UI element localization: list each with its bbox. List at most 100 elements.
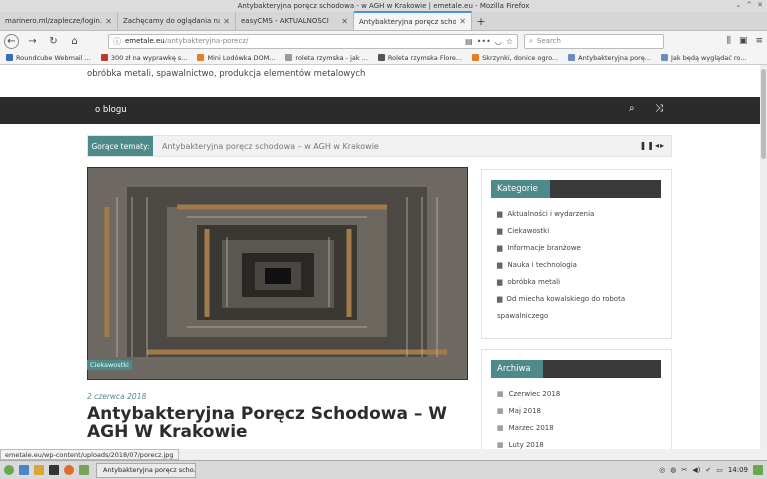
archive-widget: Archiwa ▦ Czerwiec 2018 ▦ Maj 2018 ▦ Marzec…	[481, 349, 672, 449]
reload-button[interactable]: ↻	[46, 34, 61, 49]
tab-1[interactable]: Zachęcamy do oglądania naszej ✕	[118, 12, 236, 30]
calendar-icon: ▦	[497, 424, 504, 432]
taskbar-window-button[interactable]: Antybakteryjna poręcz scho...	[96, 462, 196, 478]
keyboard-icon[interactable]: ▭	[716, 466, 723, 474]
category-item[interactable]: ▆ Od miecha kowalskiego do robota spawaln…	[497, 291, 661, 325]
url-path: /antybakteryjna-porecz/	[164, 37, 249, 45]
close-tab-icon[interactable]: ✕	[459, 17, 466, 26]
category-item[interactable]: ▆ Nauka i technologia	[497, 257, 661, 274]
bookmark-item[interactable]: roleta rzymska - jak ...	[285, 54, 368, 62]
category-item[interactable]: ▆ Informacje branżowe	[497, 240, 661, 257]
staircase-illustration	[87, 167, 468, 380]
bookmarks-toolbar: Roundcube Webmail ... 300 zł na wyprawkę…	[0, 51, 767, 65]
post-title[interactable]: Antybakteryjna Poręcz Schodowa – W AGH W…	[87, 405, 472, 441]
folder-icon: ▆	[497, 278, 503, 286]
show-desktop-icon[interactable]	[753, 465, 763, 475]
search-icon[interactable]: ⌕	[629, 103, 635, 114]
close-window-icon[interactable]: ✕	[757, 1, 763, 9]
calendar-icon: ▦	[497, 390, 504, 398]
archive-item[interactable]: ▦ Marzec 2018	[497, 420, 661, 437]
minimize-icon[interactable]: ⌄	[735, 1, 741, 9]
bookmark-star-icon[interactable]: ☆	[506, 37, 513, 46]
menu-item-o-blogu[interactable]: o blogu	[95, 105, 127, 115]
desktop-icon[interactable]	[19, 465, 29, 475]
app-launcher-icon[interactable]	[79, 465, 89, 475]
sensor-icon[interactable]: ◍	[670, 466, 676, 474]
archive-list: ▦ Czerwiec 2018 ▦ Maj 2018 ▦ Marzec 2018 ▦ L…	[482, 386, 671, 449]
menu-icon[interactable]: ≡	[755, 36, 763, 46]
maximize-icon[interactable]: ^	[746, 1, 752, 9]
search-input[interactable]: ⌕ Search	[524, 33, 664, 49]
volume-icon[interactable]: ◀)	[692, 466, 700, 474]
library-icon[interactable]: ⫼	[727, 36, 731, 46]
category-item[interactable]: ▆ Aktualności i wydarzenia	[497, 206, 661, 223]
info-icon[interactable]: ⓘ	[113, 36, 121, 47]
bookmark-item[interactable]: Roleta rzymska Flore...	[377, 54, 462, 62]
close-tab-icon[interactable]: ✕	[341, 17, 348, 26]
new-tab-button[interactable]: +	[472, 12, 490, 30]
close-tab-icon[interactable]: ✕	[223, 17, 230, 26]
bookmark-favicon-icon	[377, 54, 385, 61]
forward-button[interactable]: →	[25, 34, 40, 49]
archive-item[interactable]: ▦ Luty 2018	[497, 437, 661, 449]
terminal-icon[interactable]	[49, 465, 59, 475]
scrollbar-thumb[interactable]	[761, 69, 766, 159]
calendar-icon: ▦	[497, 441, 504, 449]
featured-image[interactable]	[87, 167, 468, 380]
post-date: 2 czerwca 2018	[87, 392, 147, 401]
page-actions-icon[interactable]: •••	[477, 37, 491, 46]
hot-topic-link[interactable]: Antybakteryjna poręcz schodowa – w AGH w…	[162, 142, 379, 151]
file-manager-icon[interactable]	[34, 465, 44, 475]
folder-icon: ▆	[497, 244, 503, 252]
categories-widget: Kategorie ▆ Aktualności i wydarzenia ▆ Cie…	[481, 169, 672, 339]
url-bar[interactable]: ⓘ emetale.eu /antybakteryjna-porecz/ ▤ •…	[108, 33, 518, 49]
tab-0[interactable]: marinero.ml/zaplecze/login.php ✕	[0, 12, 118, 30]
archive-item[interactable]: ▦ Maj 2018	[497, 403, 661, 420]
archive-item[interactable]: ▦ Czerwiec 2018	[497, 386, 661, 403]
tab-label: marinero.ml/zaplecze/login.php	[5, 17, 103, 25]
tools-icon[interactable]: ✂	[681, 466, 687, 474]
widget-title-bar: Kategorie	[491, 180, 661, 198]
bookmark-item[interactable]: Roundcube Webmail ...	[6, 54, 91, 62]
bookmark-favicon-icon	[6, 54, 13, 61]
bookmark-item[interactable]: Antybakteryjna porę...	[568, 54, 651, 62]
bookmark-favicon-icon	[568, 54, 576, 61]
firefox-icon[interactable]	[64, 465, 74, 475]
bookmark-item[interactable]: Jak będą wyglądać ro...	[661, 54, 746, 62]
tab-2[interactable]: easyCMS - AKTUALNOŚCI ✕	[236, 12, 354, 30]
bookmark-item[interactable]: Skrzynki, donice ogro...	[472, 54, 558, 62]
bookmark-item[interactable]: 300 zł na wyprawkę s...	[100, 54, 187, 62]
tab-label: Zachęcamy do oglądania naszej	[123, 17, 220, 25]
category-item[interactable]: ▆ obróbka metali	[497, 274, 661, 291]
bookmark-item[interactable]: Mini Lodówka DOM...	[197, 54, 275, 62]
page-scrollbar[interactable]	[760, 65, 767, 449]
update-icon[interactable]: ✔	[705, 466, 711, 474]
folder-icon: ▆	[497, 295, 503, 303]
widget-title-bar: Archiwa	[491, 360, 661, 378]
folder-icon: ▆	[497, 227, 503, 235]
taskbar-window-label: Antybakteryjna poręcz scho...	[103, 466, 196, 474]
category-item[interactable]: ▆ Ciekawostki	[497, 223, 661, 240]
search-icon: ⌕	[529, 36, 533, 45]
sidebar-icon[interactable]: ▣	[739, 36, 748, 46]
home-button[interactable]: ⌂	[67, 34, 82, 49]
ticker-controls[interactable]: ❚❚◂▸	[640, 141, 665, 150]
search-placeholder: Search	[536, 37, 561, 45]
back-button[interactable]: ←	[4, 33, 19, 49]
shuffle-icon[interactable]: ⤨	[655, 103, 663, 114]
category-badge[interactable]: Ciekawostki	[87, 360, 132, 370]
tab-strip: marinero.ml/zaplecze/login.php ✕ Zachęca…	[0, 11, 767, 31]
reader-view-icon[interactable]: ▤	[465, 37, 473, 46]
network-icon[interactable]: ◎	[659, 466, 665, 474]
clock[interactable]: 14:09	[728, 466, 748, 474]
bookmark-favicon-icon	[472, 54, 480, 61]
calendar-icon: ▦	[497, 407, 504, 415]
tab-label: easyCMS - AKTUALNOŚCI	[241, 17, 329, 25]
url-domain: emetale.eu	[125, 37, 165, 45]
tab-3[interactable]: Antybakteryjna poręcz schodowa ✕	[354, 11, 472, 30]
window-title: Antybakteryjna poręcz schodowa - w AGH w…	[237, 2, 530, 10]
pocket-icon[interactable]: ◡	[495, 37, 502, 46]
close-tab-icon[interactable]: ✕	[105, 17, 112, 26]
start-menu-icon[interactable]	[4, 465, 14, 475]
site-tagline: obróbka metali, spawalnictwo, produkcja …	[87, 69, 366, 79]
